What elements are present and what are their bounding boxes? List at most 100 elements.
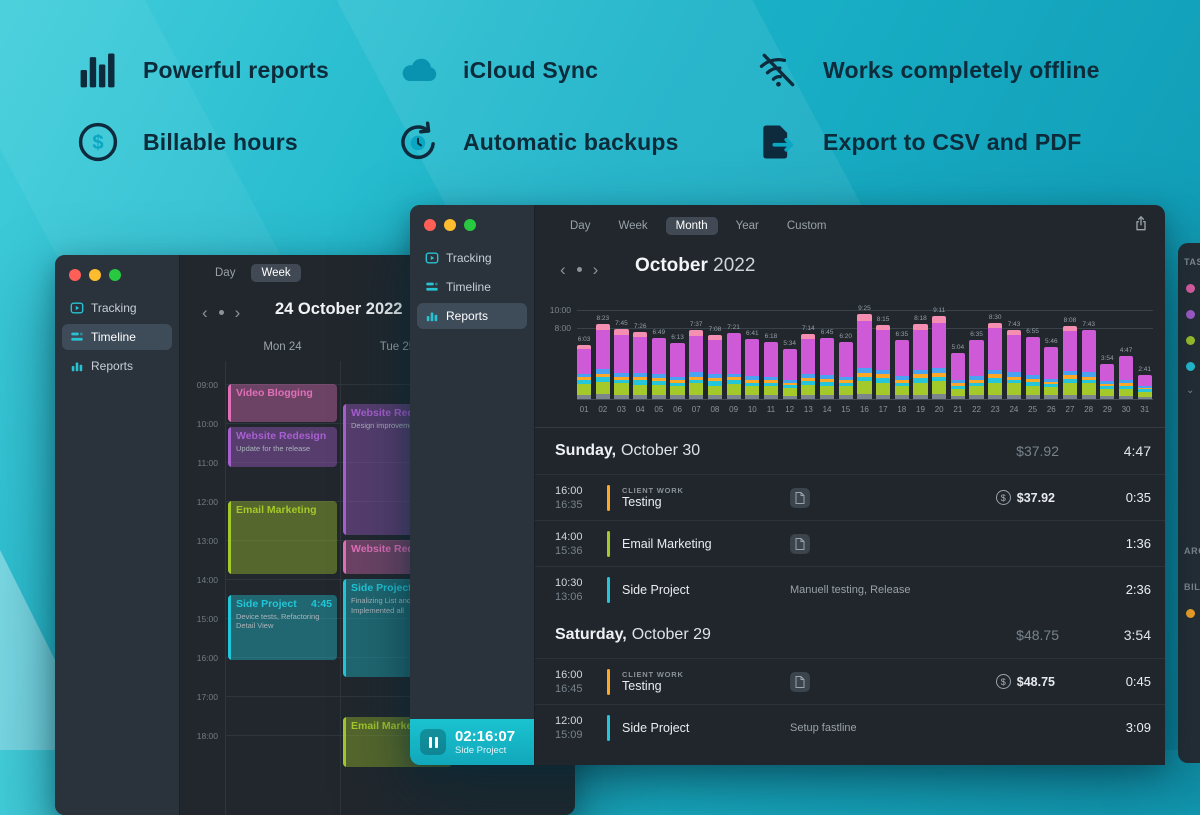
time-entry-row[interactable]: 16:0016:45CLIENT WORKTesting$$48.750:45	[535, 658, 1165, 704]
event-block[interactable]: Email Marketing	[228, 501, 337, 574]
view-switcher: Day Week	[205, 264, 301, 282]
event-title-text: Video Blogging	[236, 387, 313, 399]
task-color-dot[interactable]	[1186, 362, 1195, 371]
chart-bar[interactable]: 8:15	[876, 316, 890, 399]
section-date: October 30	[621, 442, 700, 460]
tab-month[interactable]: Month	[666, 217, 718, 235]
tab-week[interactable]: Week	[608, 217, 657, 235]
chart-bar[interactable]: 8:08	[1063, 317, 1077, 399]
task-color-dot[interactable]	[1186, 336, 1195, 345]
chart-bar[interactable]: 9:25	[857, 305, 871, 399]
event-block[interactable]: Website RedesignUpdate for the release	[228, 427, 337, 467]
pause-button[interactable]	[420, 729, 446, 755]
chart-bar[interactable]: 6:45	[820, 329, 834, 399]
sidebar-item-tracking[interactable]: Tracking	[62, 295, 172, 321]
hour-label: 15:00	[180, 614, 218, 624]
close-button[interactable]	[69, 269, 81, 281]
entry-end-time: 15:09	[555, 729, 599, 741]
chart-bar[interactable]: 8:18	[913, 315, 927, 399]
chevron-left-icon[interactable]: ‹	[560, 261, 566, 278]
chevron-right-icon[interactable]: ›	[235, 304, 241, 321]
running-timer[interactable]: 02:16:07 Side Project	[410, 719, 534, 765]
share-icon[interactable]	[1133, 215, 1149, 237]
tab-day[interactable]: Day	[205, 264, 245, 282]
task-color-dot[interactable]	[1186, 609, 1195, 618]
chart-bar[interactable]: 3:54	[1100, 355, 1114, 399]
chart-bar[interactable]: 6:49	[652, 329, 666, 399]
document-icon[interactable]	[790, 488, 810, 508]
sidebar-item-reports[interactable]: Reports	[417, 303, 527, 329]
chart-bar[interactable]: 8:23	[596, 315, 610, 399]
chart-bar-segment	[951, 389, 965, 397]
sidebar-item-timeline[interactable]: Timeline	[62, 324, 172, 350]
tab-year[interactable]: Year	[726, 217, 769, 235]
section-header: Sunday,October 30$37.924:47	[535, 428, 1165, 474]
time-entry-row[interactable]: 14:0015:36Email Marketing1:36	[535, 520, 1165, 566]
event-title: Email Marketing	[236, 504, 332, 516]
chart-x-label: 03	[614, 405, 628, 414]
today-dot-icon[interactable]	[577, 267, 582, 272]
tracking-icon	[425, 251, 439, 265]
event-block[interactable]: Video Blogging	[228, 384, 337, 422]
tab-day[interactable]: Day	[560, 217, 600, 235]
chart-bar-segment	[839, 342, 853, 377]
chart-bar[interactable]: 6:03	[577, 336, 591, 399]
chart-bar[interactable]: 5:34	[783, 340, 797, 399]
entry-duration: 0:35	[1103, 490, 1151, 505]
document-icon[interactable]	[790, 672, 810, 692]
chart-bar[interactable]: 7:43	[1082, 321, 1096, 399]
document-icon[interactable]	[790, 534, 810, 554]
entry-billable: $$37.92	[996, 490, 1055, 505]
close-button[interactable]	[424, 219, 436, 231]
sidebar-item-timeline[interactable]: Timeline	[417, 274, 527, 300]
minimize-button[interactable]	[444, 219, 456, 231]
chart-bar[interactable]: 6:18	[764, 333, 778, 399]
chart-bar[interactable]: 7:37	[689, 321, 703, 399]
chart-bar[interactable]: 7:14	[801, 325, 815, 399]
feature-automatic-backups: Automatic backups	[395, 106, 755, 178]
zoom-button[interactable]	[109, 269, 121, 281]
time-entry-row[interactable]: 12:0015:09Side ProjectSetup fastline3:09	[535, 704, 1165, 750]
tab-custom[interactable]: Custom	[777, 217, 837, 235]
task-color-dot[interactable]	[1186, 310, 1195, 319]
chart-bar[interactable]: 6:41	[745, 330, 759, 399]
chart-bar[interactable]: 7:43	[1007, 321, 1021, 399]
chevron-right-icon[interactable]: ›	[593, 261, 599, 278]
zoom-button[interactable]	[464, 219, 476, 231]
chart-bar-value: 6:13	[671, 334, 684, 341]
chart-bar[interactable]: 9:11	[932, 307, 946, 399]
chart-bar[interactable]: 2:41	[1138, 366, 1152, 399]
task-color-dot[interactable]	[1186, 284, 1195, 293]
chart-bar[interactable]: 6:13	[670, 334, 684, 399]
chart-bar[interactable]: 6:35	[969, 331, 983, 399]
chart-bar-value: 7:43	[1008, 321, 1021, 328]
chart-bar[interactable]: 6:35	[895, 331, 909, 399]
time-entry-row[interactable]: 16:0016:35CLIENT WORKTesting$$37.920:35	[535, 474, 1165, 520]
chart-bar[interactable]: 7:21	[727, 324, 741, 399]
sidebar-item-reports[interactable]: Reports	[62, 353, 172, 379]
tab-week[interactable]: Week	[251, 264, 300, 282]
chart-bar[interactable]: 4:47	[1119, 347, 1133, 399]
entry-color-bar	[607, 485, 610, 511]
chart-bar-segment	[1138, 397, 1152, 399]
section-total: 3:54	[1059, 627, 1151, 643]
chart-bar-segment	[614, 383, 628, 394]
chart-bar[interactable]: 7:26	[633, 323, 647, 399]
feature-label: Billable hours	[143, 129, 298, 156]
chart-bar[interactable]: 7:45	[614, 320, 628, 399]
chart-bar[interactable]: 6:20	[839, 333, 853, 399]
chart-bar[interactable]: 7:08	[708, 326, 722, 399]
time-entry-row[interactable]: 10:3013:06Side ProjectManuell testing, R…	[535, 566, 1165, 612]
chart-bar[interactable]: 5:46	[1044, 338, 1058, 399]
event-block[interactable]: Side Project4:45Device tests, Refactorin…	[228, 595, 337, 660]
chevron-left-icon[interactable]: ‹	[202, 304, 208, 321]
chart-bar[interactable]: 5:04	[951, 344, 965, 399]
chart-bar-segment	[951, 396, 965, 399]
chart-bar[interactable]: 8:30	[988, 314, 1002, 400]
minimize-button[interactable]	[89, 269, 101, 281]
sidebar-item-tracking[interactable]: Tracking	[417, 245, 527, 271]
chart-bar[interactable]: 6:55	[1026, 328, 1040, 399]
dollar-icon: $	[996, 490, 1011, 505]
chevron-down-icon[interactable]: ⌄	[1186, 385, 1200, 396]
today-dot-icon[interactable]	[219, 310, 224, 315]
